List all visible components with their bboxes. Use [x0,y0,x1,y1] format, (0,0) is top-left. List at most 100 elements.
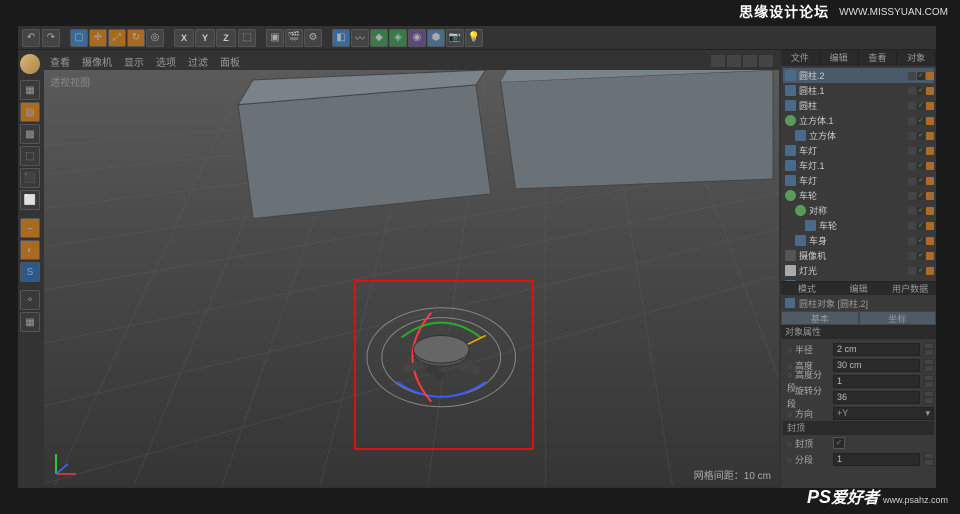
x-lock[interactable]: X [174,29,194,47]
tab-edit2[interactable]: 编辑 [833,282,885,295]
redo-button[interactable]: ↷ [42,29,60,47]
vp-nav-icon[interactable] [711,55,725,67]
snap-tool[interactable]: S [20,262,40,282]
vp-menu-display[interactable]: 显示 [124,54,144,69]
tab-edit[interactable]: 编辑 [820,50,859,66]
tree-item-flags[interactable]: ✓ [908,222,934,230]
vp-menu-options[interactable]: 选项 [156,54,176,69]
render-picture[interactable]: 🎬 [285,29,303,47]
section-object-props: 对象属性 [781,325,936,339]
tab-object[interactable]: 对象 [897,50,936,66]
tree-row[interactable]: 圆柱✓ [783,98,934,113]
render-view[interactable]: ▣ [266,29,284,47]
tree-item-flags[interactable]: ✓ [908,192,934,200]
attr-input[interactable]: 36 [833,391,920,404]
tree-row[interactable]: 车灯✓ [783,143,934,158]
vp-nav-icon[interactable] [759,55,773,67]
viewport-menu: 查看 摄像机 显示 选项 过滤 面板 [44,52,779,70]
magnet-tool[interactable]: ⚬ [20,290,40,310]
tree-item-flags[interactable]: ✓ [908,162,934,170]
tree-row[interactable]: 立方体✓ [783,128,934,143]
attr-input[interactable]: 2 cm [833,343,920,356]
render-settings[interactable]: ⚙ [304,29,322,47]
undo-button[interactable]: ↶ [22,29,40,47]
model-mode[interactable]: ▦ [20,80,40,100]
tree-row[interactable]: 摄像机✓ [783,248,934,263]
attr-input[interactable]: 1 [833,453,920,466]
recent-tool[interactable]: ◎ [146,29,164,47]
tree-item-flags[interactable]: ✓ [908,132,934,140]
subtab-basic[interactable]: 基本 [781,311,859,325]
vp-nav-icon[interactable] [727,55,741,67]
tree-item-flags[interactable]: ✓ [908,237,934,245]
add-deformer[interactable]: ◉ [408,29,426,47]
tree-item-flags[interactable]: ✓ [908,102,934,110]
scale-tool[interactable]: ⤢ [108,29,126,47]
axis-tool2[interactable]: ◐ [20,240,40,260]
stepper[interactable] [924,453,934,466]
tree-row[interactable]: 车灯✓ [783,173,934,188]
vp-menu-view[interactable]: 查看 [50,54,70,69]
cyl-icon [785,100,796,111]
stepper[interactable] [924,375,934,388]
tree-row[interactable]: 车身✓ [783,233,934,248]
tree-row[interactable]: 车轮✓ [783,218,934,233]
workplane-mode[interactable]: ▩ [20,124,40,144]
misc-tool[interactable]: ▦ [20,312,40,332]
vp-menu-camera[interactable]: 摄像机 [82,54,112,69]
move-tool[interactable]: ✛ [89,29,107,47]
axis-tool[interactable]: ⎯ [20,218,40,238]
tab-file[interactable]: 文件 [781,50,820,66]
tree-row[interactable]: 车轮✓ [783,188,934,203]
tree-row[interactable]: 圆柱.2✓ [783,68,934,83]
main-toolbar: ↶ ↷ ▢ ✛ ⤢ ↻ ◎ X Y Z ⬚ ▣ 🎬 ⚙ ◧ 〰 ◆ ◈ ◉ [18,26,936,50]
tree-item-flags[interactable]: ✓ [908,117,934,125]
vp-menu-filter[interactable]: 过滤 [188,54,208,69]
tree-item-flags[interactable]: ✓ [908,252,934,260]
z-lock[interactable]: Z [216,29,236,47]
tree-item-flags[interactable]: ✓ [908,207,934,215]
select-tool[interactable]: ▢ [70,29,88,47]
tree-item-flags[interactable]: ✓ [908,267,934,275]
tree-item-flags[interactable]: ✓ [908,177,934,185]
tree-row[interactable]: 灯光✓ [783,263,934,278]
tree-row[interactable]: 车灯.1✓ [783,158,934,173]
attr-input[interactable]: 1 [833,375,920,388]
vp-nav-icon[interactable] [743,55,757,67]
stepper[interactable] [924,343,934,356]
add-spline[interactable]: 〰 [351,29,369,47]
tab-mode[interactable]: 模式 [781,282,833,295]
add-camera[interactable]: 📷 [446,29,464,47]
tree-item-flags[interactable]: ✓ [908,87,934,95]
tree-row[interactable]: 立方体.1✓ [783,113,934,128]
tab-userdata[interactable]: 用户数据 [884,282,936,295]
tree-item-flags[interactable]: ✓ [908,72,934,80]
3d-viewport[interactable]: 透视视图 [44,70,779,486]
add-generator[interactable]: ◆ [370,29,388,47]
tree-item-flags[interactable]: ✓ [908,147,934,155]
stepper[interactable] [924,359,934,372]
stepper[interactable] [924,391,934,404]
texture-mode[interactable]: ▨ [20,102,40,122]
make-editable-icon[interactable] [20,54,40,74]
add-light[interactable]: 💡 [465,29,483,47]
y-lock[interactable]: Y [195,29,215,47]
subtab-coord[interactable]: 坐标 [859,311,937,325]
viewport-footer: 网格间距：10 cm [694,467,771,482]
attr-dropdown[interactable]: +Y▾ [833,407,934,420]
tree-row[interactable]: 圆柱.1✓ [783,83,934,98]
add-generator2[interactable]: ◈ [389,29,407,47]
tree-row[interactable]: 对称✓ [783,203,934,218]
point-mode[interactable]: ⬚ [20,146,40,166]
attr-checkbox[interactable]: ✓ [833,437,845,449]
add-environment[interactable]: ⬢ [427,29,445,47]
poly-mode[interactable]: ⬜ [20,190,40,210]
rotate-tool[interactable]: ↻ [127,29,145,47]
tab-view[interactable]: 查看 [859,50,898,66]
edge-mode[interactable]: ⬛ [20,168,40,188]
vp-menu-panel[interactable]: 面板 [220,54,240,69]
attr-input[interactable]: 30 cm [833,359,920,372]
object-tree[interactable]: 圆柱.2✓圆柱.1✓圆柱✓立方体.1✓立方体✓车灯✓车灯.1✓车灯✓车轮✓对称✓… [781,66,936,281]
coord-system[interactable]: ⬚ [238,29,256,47]
add-cube[interactable]: ◧ [332,29,350,47]
